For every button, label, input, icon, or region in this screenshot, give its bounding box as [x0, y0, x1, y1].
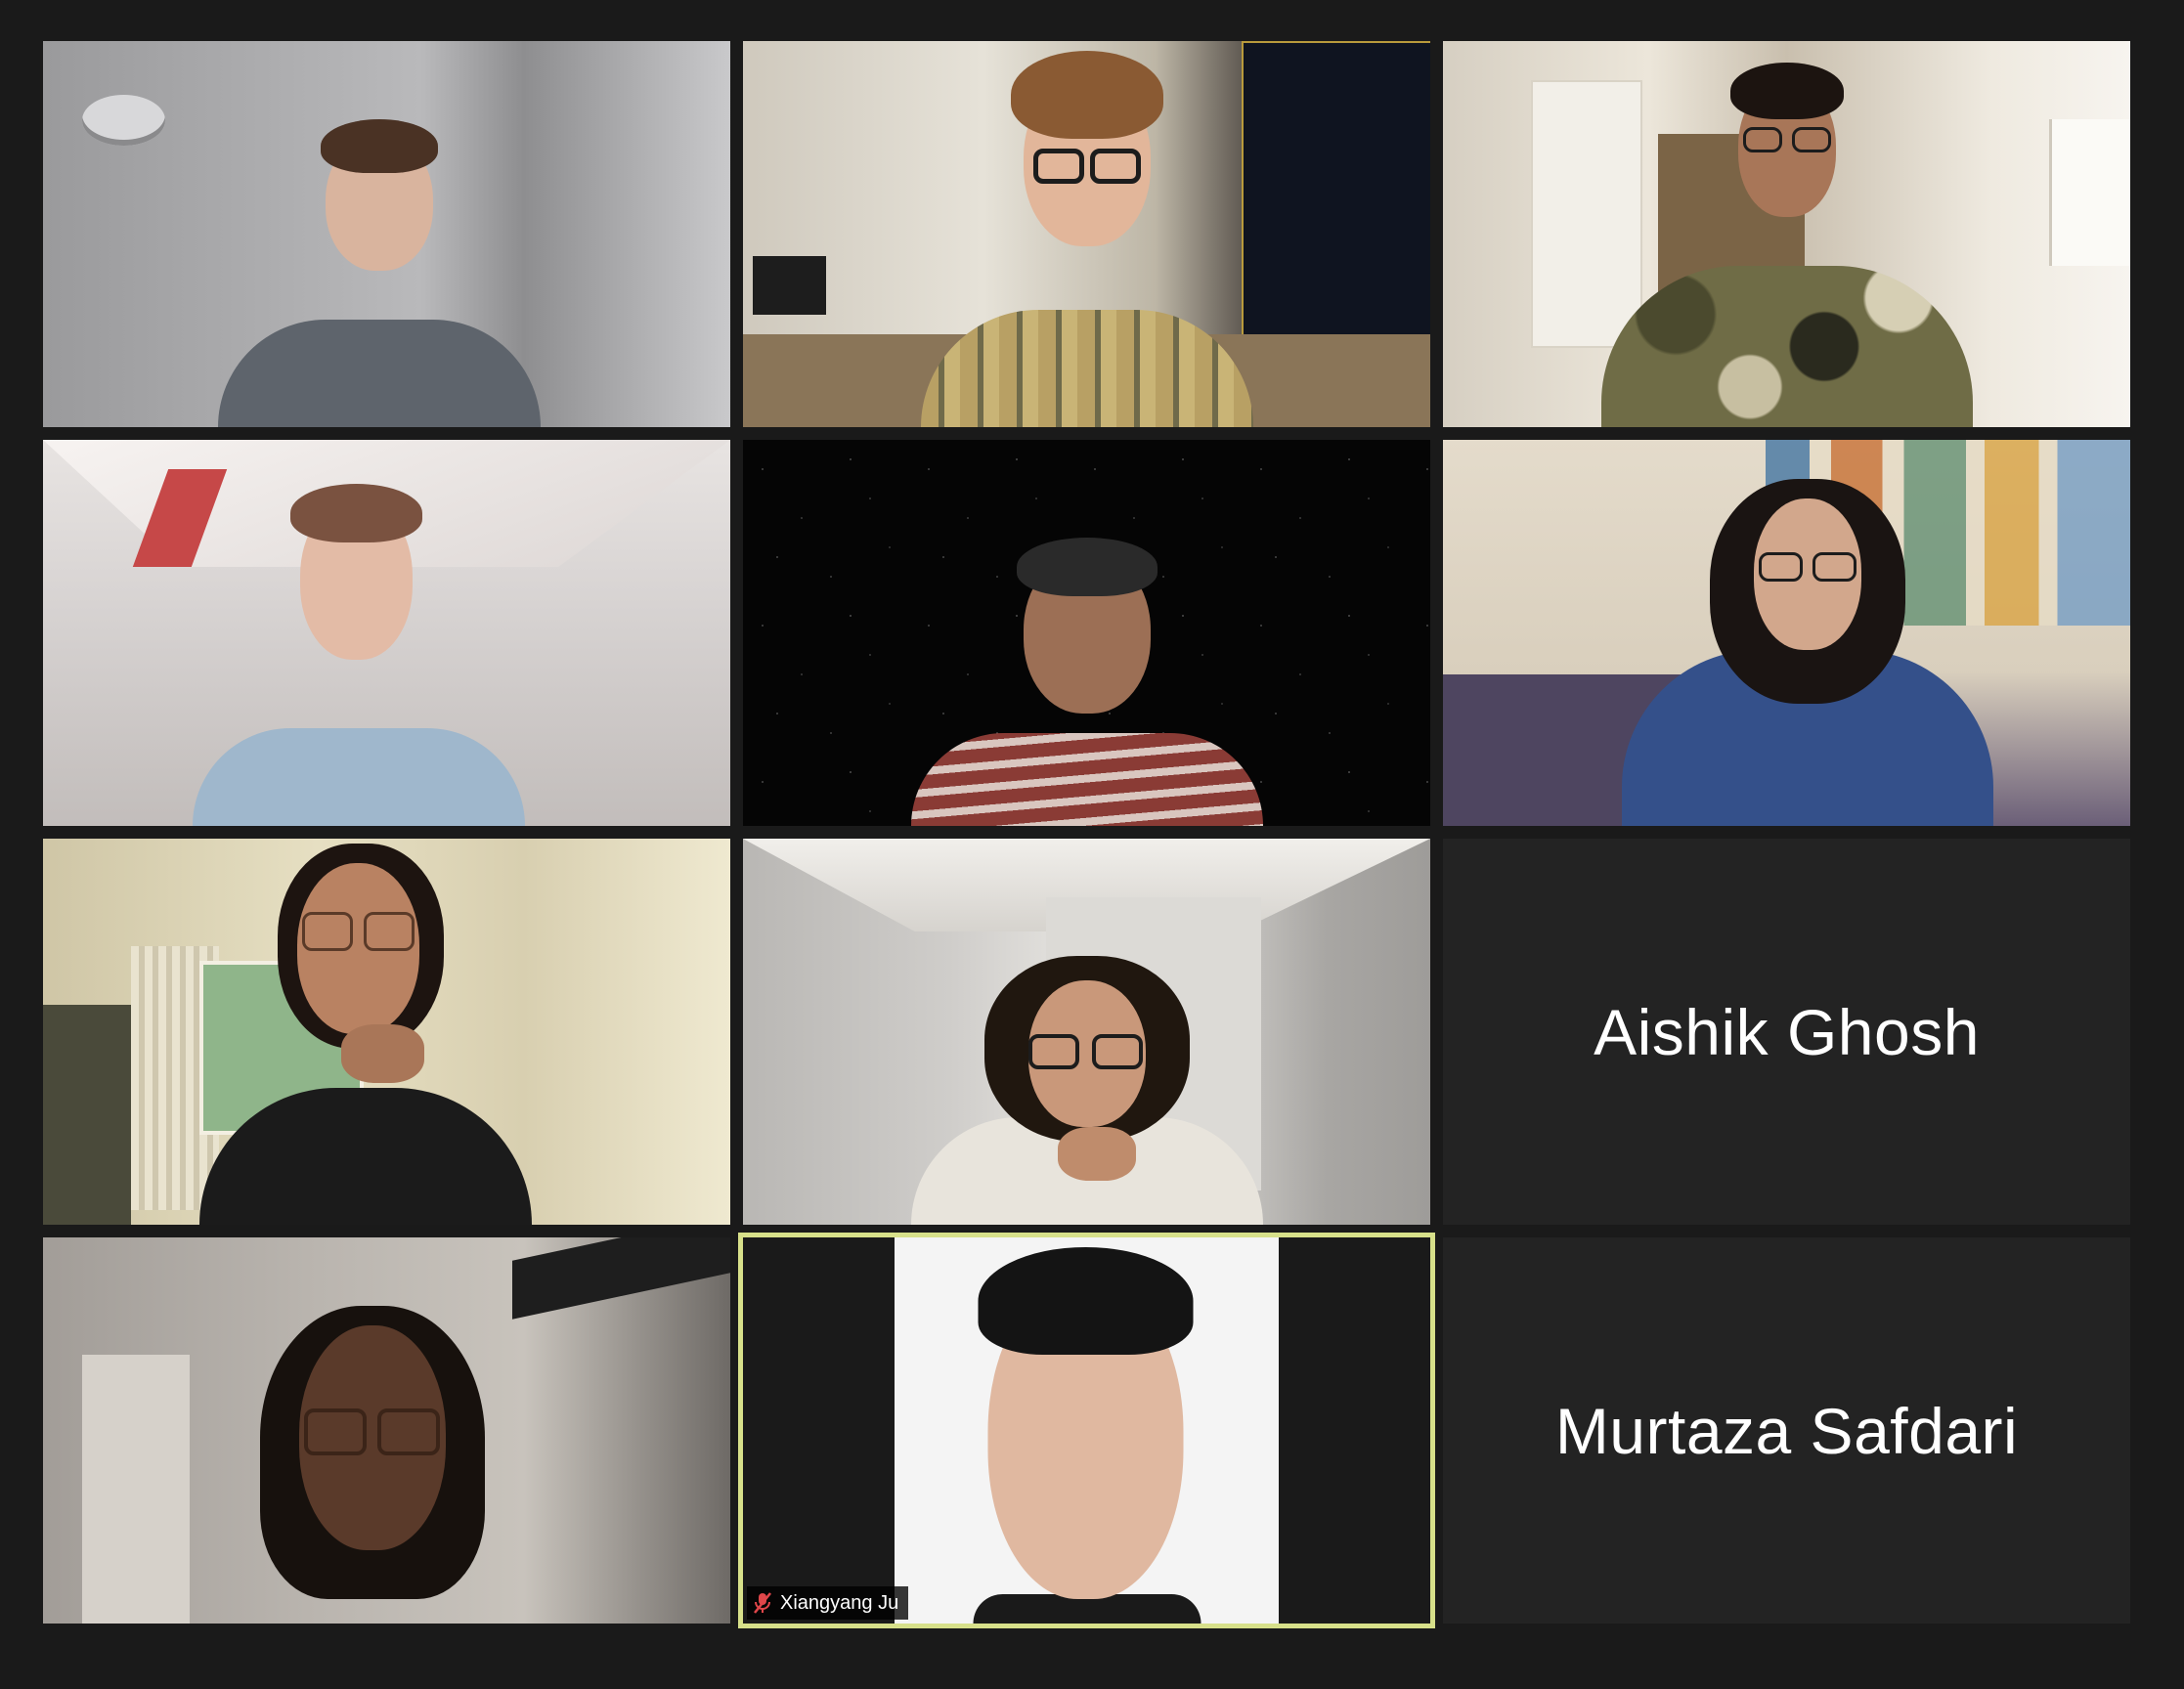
video-tile-4[interactable]	[43, 440, 730, 826]
video-tile-1[interactable]	[43, 41, 730, 427]
video-tile-10[interactable]	[43, 1237, 730, 1624]
video-tile-11[interactable]: Xiangyang Ju	[743, 1237, 1430, 1624]
video-feed	[743, 440, 1430, 826]
video-feed	[43, 440, 730, 826]
video-feed	[743, 839, 1430, 1225]
video-feed	[743, 41, 1430, 427]
video-feed	[43, 839, 730, 1225]
video-tile-12[interactable]: Murtaza Safdari	[1443, 1237, 2130, 1624]
participant-name: Aishik Ghosh	[1594, 995, 1980, 1068]
video-feed	[1443, 41, 2130, 427]
video-tile-5[interactable]	[743, 440, 1430, 826]
gallery-view: Aishik Ghosh Xiangyang Ju Murtaza Safdar…	[0, 0, 2184, 1689]
video-feed	[43, 41, 730, 427]
video-tile-6[interactable]	[1443, 440, 2130, 826]
participant-name: Murtaza Safdari	[1554, 1394, 2019, 1467]
participant-name-tag: Xiangyang Ju	[747, 1586, 909, 1620]
video-feed	[43, 1237, 730, 1624]
video-tile-3[interactable]	[1443, 41, 2130, 427]
mic-muted-icon	[753, 1591, 772, 1615]
video-tile-7[interactable]	[43, 839, 730, 1225]
video-feed	[1443, 440, 2130, 826]
video-feed	[743, 1237, 1430, 1624]
participant-name: Xiangyang Ju	[780, 1591, 899, 1614]
video-tile-2[interactable]	[743, 41, 1430, 427]
video-tile-9[interactable]: Aishik Ghosh	[1443, 839, 2130, 1225]
video-tile-8[interactable]	[743, 839, 1430, 1225]
